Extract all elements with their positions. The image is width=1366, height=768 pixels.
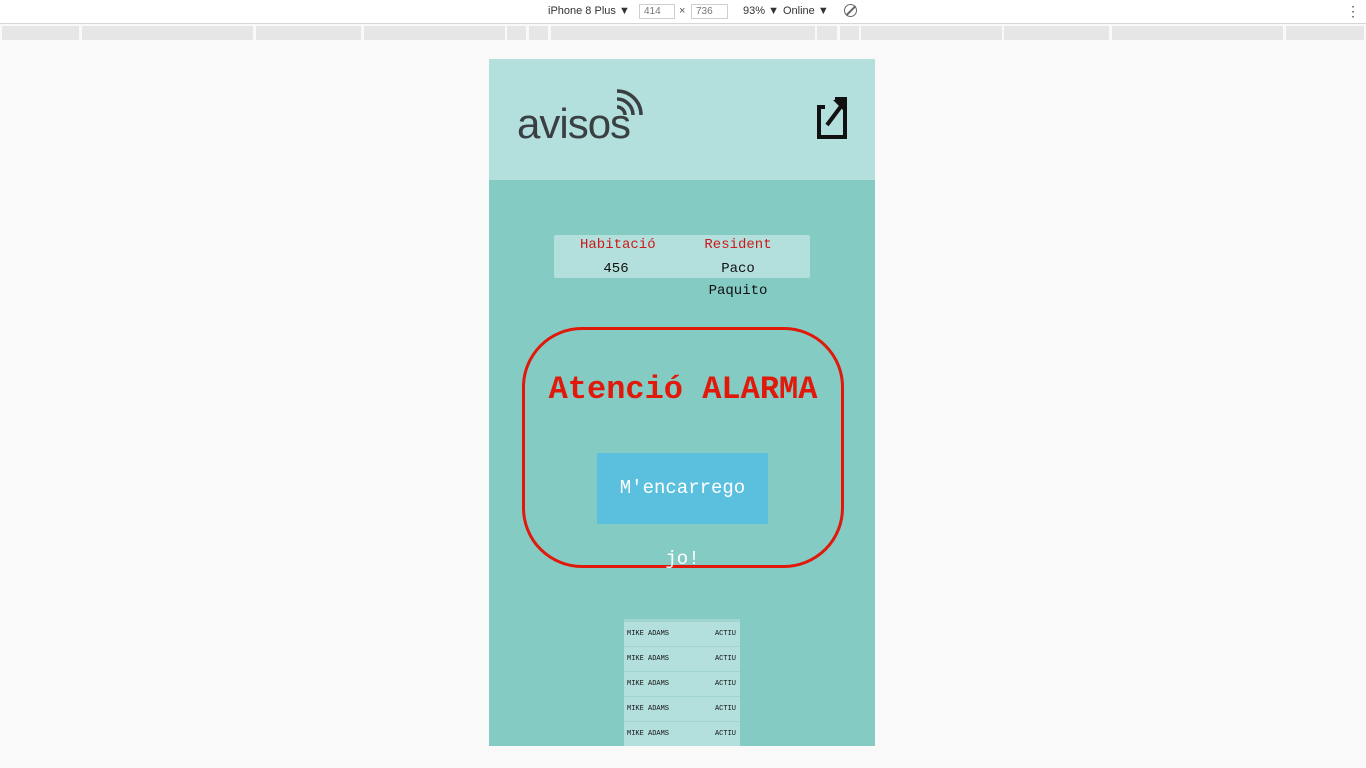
staff-name: MIKE ADAMS bbox=[627, 730, 670, 738]
media-query-segment[interactable] bbox=[2, 26, 79, 40]
more-options-icon[interactable]: ⋮ bbox=[1346, 4, 1360, 18]
media-query-segment[interactable] bbox=[529, 26, 548, 40]
list-item[interactable]: MIKE ADAMS ACTIU bbox=[624, 697, 740, 722]
media-query-segment[interactable] bbox=[861, 26, 1002, 40]
rotate-icon[interactable] bbox=[844, 4, 857, 17]
media-query-segment[interactable] bbox=[1286, 26, 1364, 40]
list-item[interactable]: MIKE ADAMS ACTIU bbox=[624, 622, 740, 647]
alarm-title: Atenció ALARMA bbox=[548, 371, 818, 408]
network-selector[interactable]: Online ▼ bbox=[783, 4, 829, 19]
media-query-segment[interactable] bbox=[817, 26, 837, 40]
width-input[interactable]: 414 bbox=[639, 4, 675, 19]
staff-name: MIKE ADAMS bbox=[627, 655, 670, 663]
external-link-icon[interactable] bbox=[815, 95, 849, 141]
media-query-segment[interactable] bbox=[364, 26, 505, 40]
chevron-down-icon: ▼ bbox=[768, 5, 779, 17]
take-charge-button[interactable]: M'encarrego jo! bbox=[597, 453, 768, 570]
list-item[interactable]: MIKE ADAMS ACTIU bbox=[624, 672, 740, 697]
resident-column: Resident Paco Paquito bbox=[688, 235, 788, 299]
list-item[interactable]: MIKE ADAMS ACTIU bbox=[624, 647, 740, 672]
media-query-bar bbox=[0, 24, 1366, 41]
media-query-segment[interactable] bbox=[1112, 26, 1283, 40]
alarm-panel: Atenció ALARMA M'encarrego jo! bbox=[522, 327, 844, 570]
room-column: Habitació 456 bbox=[580, 235, 656, 280]
height-input[interactable]: 736 bbox=[691, 4, 728, 19]
media-query-segment[interactable] bbox=[840, 26, 859, 40]
app-header: avisos bbox=[489, 59, 875, 180]
staff-status: ACTIU bbox=[714, 730, 736, 738]
media-query-segment[interactable] bbox=[507, 26, 526, 40]
room-value: 456 bbox=[603, 261, 629, 277]
staff-status: ACTIU bbox=[714, 705, 736, 713]
chevron-down-icon: ▼ bbox=[618, 5, 630, 17]
app-logo[interactable]: avisos bbox=[517, 89, 647, 149]
staff-list: MIKE ADAMS ACTIU MIKE ADAMS ACTIU MIKE A… bbox=[624, 619, 740, 746]
staff-status: ACTIU bbox=[714, 680, 736, 688]
staff-name: MIKE ADAMS bbox=[627, 630, 670, 638]
resident-info: Habitació 456 Resident Paco Paquito bbox=[554, 235, 810, 299]
device-viewport: avisos Habitació 456 Resident Paco Paqui… bbox=[489, 59, 875, 746]
staff-status: ACTIU bbox=[714, 655, 736, 663]
devtools-toolbar: iPhone 8 Plus ▼ 414 × 736 93% ▼ Online ▼… bbox=[0, 0, 1366, 24]
dimension-separator: × bbox=[679, 5, 686, 17]
list-item[interactable]: MIKE ADAMS ACTIU bbox=[624, 722, 740, 746]
resident-label: Resident bbox=[704, 237, 772, 253]
media-query-segment[interactable] bbox=[551, 26, 815, 40]
media-query-segment[interactable] bbox=[82, 26, 253, 40]
media-query-segment[interactable] bbox=[1004, 26, 1109, 40]
staff-name: MIKE ADAMS bbox=[627, 680, 670, 688]
staff-name: MIKE ADAMS bbox=[627, 705, 670, 713]
wifi-signal-icon bbox=[616, 89, 643, 116]
staff-status: ACTIU bbox=[714, 630, 736, 638]
device-selector[interactable]: iPhone 8 Plus ▼ bbox=[548, 4, 630, 19]
zoom-selector[interactable]: 93% ▼ bbox=[743, 4, 779, 19]
chevron-down-icon: ▼ bbox=[817, 5, 829, 17]
zoom-value: 93% bbox=[743, 5, 766, 17]
device-name: iPhone 8 Plus bbox=[548, 5, 616, 17]
media-query-segment[interactable] bbox=[256, 26, 361, 40]
network-value: Online bbox=[783, 5, 815, 17]
room-label: Habitació bbox=[580, 237, 656, 253]
resident-value: Paco Paquito bbox=[708, 261, 768, 299]
